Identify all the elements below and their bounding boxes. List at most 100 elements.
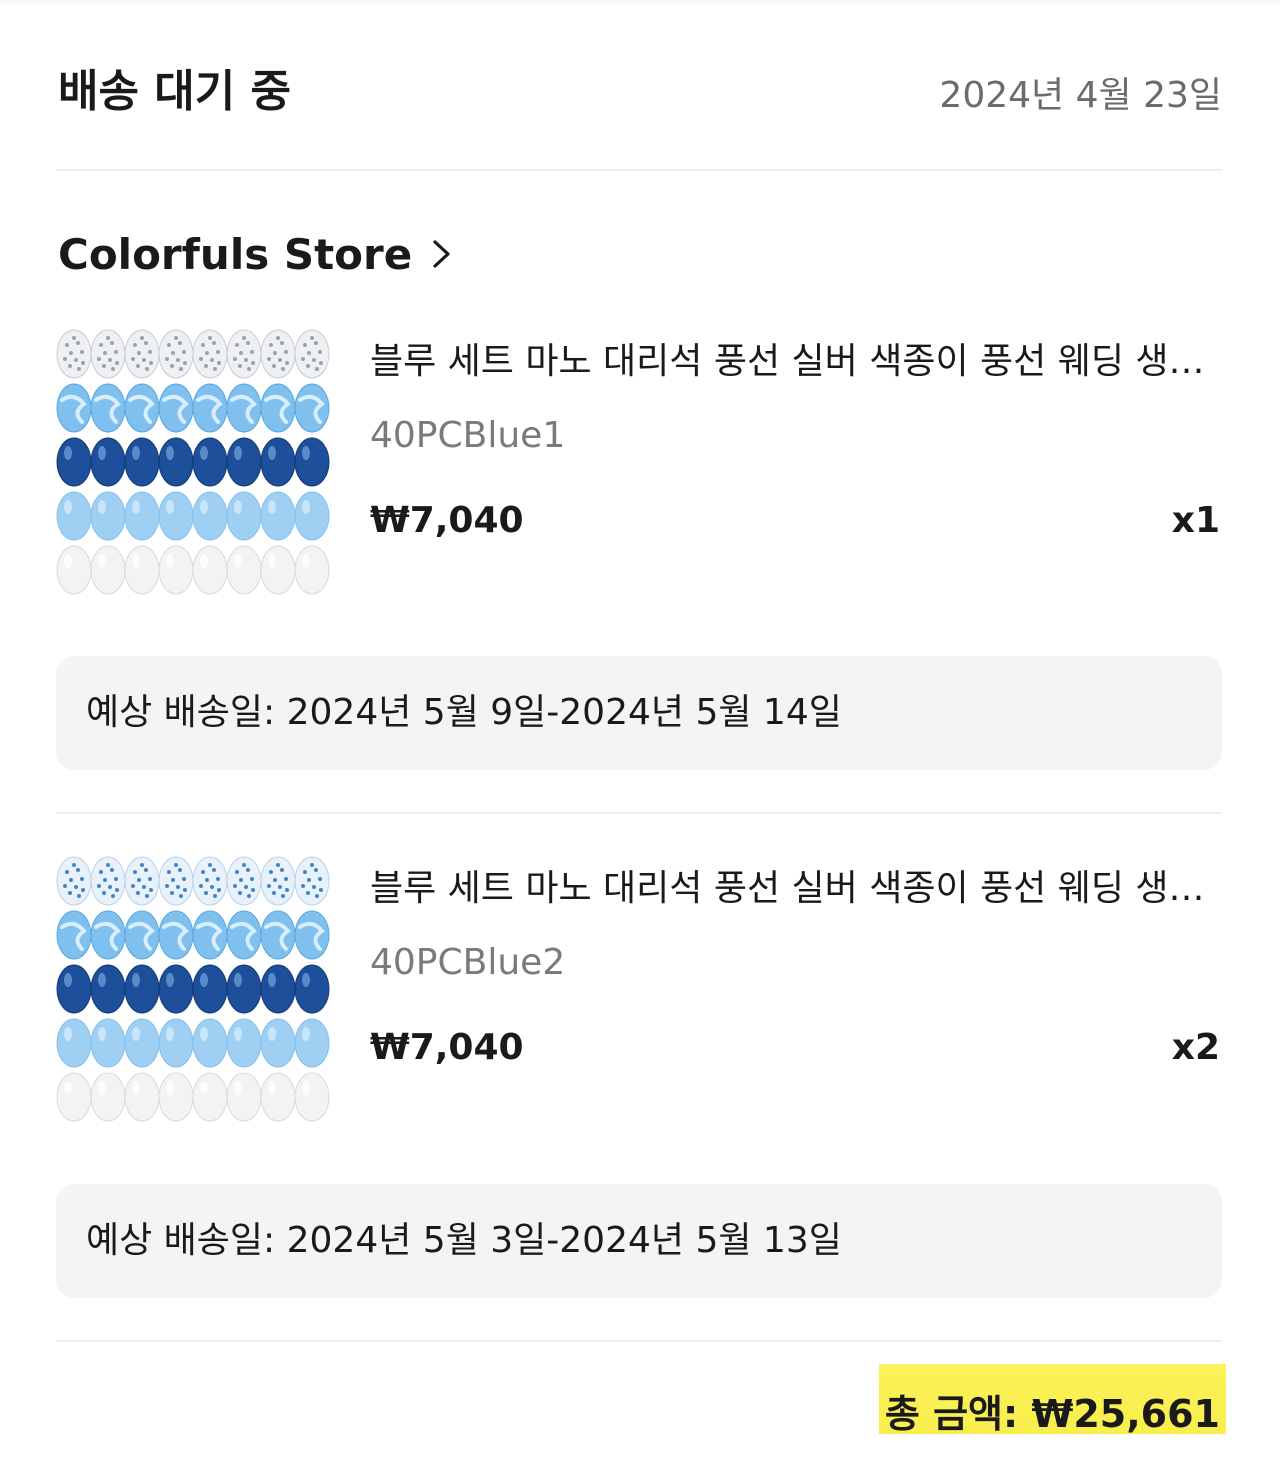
delivery-estimate-text: 예상 배송일: 2024년 5월 3일-2024년 5월 13일 [86,1220,842,1261]
balloon-light-blue-marble [90,910,126,960]
delivery-estimate-box: 예상 배송일: 2024년 5월 3일-2024년 5월 13일 [56,1184,1222,1298]
order-date: 2024년 4월 23일 [939,75,1222,116]
item-title: 블루 세트 마노 대리석 풍선 실버 색종이 풍선 웨딩 생일 파티 장식 [370,868,1220,909]
item-variant: 40PCBlue2 [370,942,566,983]
order-item[interactable]: 블루 세트 마노 대리석 풍선 실버 색종이 풍선 웨딩 생일 파티 장식 40… [56,853,1222,1143]
delivery-estimate-box: 예상 배송일: 2024년 5월 9일-2024년 5월 14일 [56,656,1222,770]
balloon-blue-confetti [56,856,92,906]
balloon-white-pearl [294,1072,330,1122]
balloon-light-blue-marble [294,383,330,433]
balloon-light-blue-marble [260,910,296,960]
balloon-light-blue [226,491,262,541]
store-name: Colorfuls Store [58,229,413,279]
balloon-silver-confetti [226,329,262,379]
balloon-dark-blue-metallic [56,964,92,1014]
item-quantity: x1 [1171,500,1220,541]
balloon-dark-blue-metallic [260,437,296,487]
balloon-light-blue [158,491,194,541]
item-quantity: x2 [1171,1027,1220,1068]
balloon-light-blue [294,491,330,541]
balloon-dark-blue-metallic [294,964,330,1014]
item-title: 블루 세트 마노 대리석 풍선 실버 색종이 풍선 웨딩 생일 파티 장식 [370,341,1220,382]
balloon-light-blue-marble [90,383,126,433]
balloon-dark-blue-metallic [294,437,330,487]
balloon-light-blue-marble [124,383,160,433]
balloon-dark-blue-metallic [124,964,160,1014]
balloon-white-pearl [56,545,92,595]
balloon-silver-confetti [56,329,92,379]
balloon-light-blue-marble [226,383,262,433]
balloon-light-blue [260,491,296,541]
balloon-dark-blue-metallic [56,437,92,487]
product-thumbnail[interactable] [56,326,344,608]
balloon-light-blue-marble [56,910,92,960]
balloon-light-blue [90,1018,126,1068]
balloon-blue-confetti [192,856,228,906]
order-status-title: 배송 대기 중 [58,66,292,117]
balloon-dark-blue-metallic [124,437,160,487]
balloon-light-blue [90,491,126,541]
balloon-light-blue-marble [124,910,160,960]
balloon-silver-confetti [294,329,330,379]
balloon-light-blue [56,491,92,541]
balloon-white-pearl [260,1072,296,1122]
item-price: ₩7,040 [370,1027,524,1068]
balloon-dark-blue-metallic [90,964,126,1014]
balloon-light-blue-marble [192,383,228,433]
balloon-light-blue [124,491,160,541]
balloon-dark-blue-metallic [192,964,228,1014]
balloon-dark-blue-metallic [158,437,194,487]
balloon-white-pearl [158,545,194,595]
order-item[interactable]: 블루 세트 마노 대리석 풍선 실버 색종이 풍선 웨딩 생일 파티 장식 40… [56,326,1222,616]
balloon-white-pearl [294,545,330,595]
balloon-white-pearl [260,545,296,595]
balloon-silver-confetti [158,329,194,379]
balloon-white-pearl [56,1072,92,1122]
balloon-silver-confetti [260,329,296,379]
balloon-dark-blue-metallic [226,964,262,1014]
store-link[interactable]: Colorfuls Store [58,222,454,286]
divider [56,169,1222,171]
balloon-white-pearl [226,1072,262,1122]
balloon-white-pearl [192,545,228,595]
total-amount: 총 금액: ₩25,661 [884,1392,1220,1436]
balloon-blue-confetti [90,856,126,906]
balloon-light-blue [226,1018,262,1068]
balloon-light-blue [56,1018,92,1068]
balloon-blue-confetti [226,856,262,906]
balloon-white-pearl [124,1072,160,1122]
balloon-silver-confetti [90,329,126,379]
balloon-blue-confetti [260,856,296,906]
balloon-blue-confetti [158,856,194,906]
balloon-dark-blue-metallic [226,437,262,487]
divider [56,1340,1222,1342]
product-thumbnail[interactable] [56,853,344,1135]
balloon-white-pearl [124,545,160,595]
delivery-estimate-text: 예상 배송일: 2024년 5월 9일-2024년 5월 14일 [86,692,842,733]
balloon-light-blue [294,1018,330,1068]
balloon-light-blue [158,1018,194,1068]
balloon-white-pearl [226,545,262,595]
balloon-white-pearl [90,1072,126,1122]
balloon-light-blue-marble [158,910,194,960]
balloon-dark-blue-metallic [192,437,228,487]
balloon-white-pearl [192,1072,228,1122]
divider [56,812,1222,814]
balloon-dark-blue-metallic [158,964,194,1014]
balloon-white-pearl [158,1072,194,1122]
balloon-light-blue-marble [56,383,92,433]
order-header: 배송 대기 중 2024년 4월 23일 [58,60,1222,130]
balloon-light-blue-marble [192,910,228,960]
chevron-right-icon [433,240,450,268]
balloon-silver-confetti [192,329,228,379]
balloon-light-blue [124,1018,160,1068]
balloon-light-blue-marble [158,383,194,433]
balloon-white-pearl [90,545,126,595]
balloon-silver-confetti [124,329,160,379]
balloon-light-blue [192,491,228,541]
balloon-light-blue-marble [260,383,296,433]
top-strip [0,0,1280,8]
balloon-light-blue-marble [226,910,262,960]
balloon-dark-blue-metallic [90,437,126,487]
item-price: ₩7,040 [370,500,524,541]
